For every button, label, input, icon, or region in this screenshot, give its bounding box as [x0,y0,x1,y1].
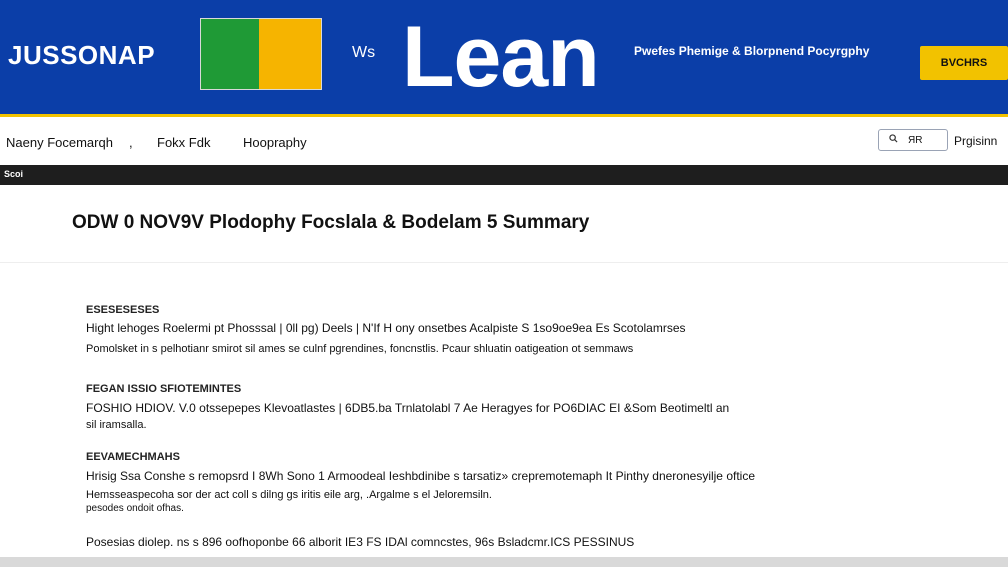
search-input-label: ЯR [908,134,923,146]
footer-bar [0,557,1008,567]
flag-image [200,18,322,90]
nav-separator: , [129,135,133,150]
nav-item-1[interactable]: Naeny Focemarqh [6,135,113,150]
header-cta-button[interactable]: BVCHRS [920,46,1008,80]
title-divider [0,262,1008,263]
nav-item-2[interactable]: Fokx Fdk [157,135,210,150]
search-input[interactable]: ЯR [878,129,948,151]
section-1-label: ESESESESES [86,304,160,316]
section-2-line-1: FOSHIO HDIOV. V.0 otssepepes Klevoatlast… [86,401,730,415]
header-tagline: Pwefes Phemige & Blorpnend Pocyrgphy [634,44,870,58]
header-connector-text: Ws [352,44,376,61]
signin-link[interactable]: Prgisinn [954,134,997,148]
section-3-line-3: pesodes ondoit ofhas. [86,503,184,514]
top-nav: Naeny Focemarqh , Fokx Fdk Hoopraphy ЯR … [0,117,1008,165]
breadcrumb-label[interactable]: Scoi [4,169,23,179]
section-2-line-2: sil iramsalla. [86,419,147,431]
section-2-label: FEGAN ISSIO SFIOTEMINTES [86,383,242,395]
section-3-line-1: Hrisig Ssa Conshe s remopsrd I 8Wh Sono … [86,469,755,483]
flag-yellow-stripe [259,19,321,89]
search-icon [889,134,898,146]
section-1-line-2: Pomolsket in s pelhotianr smirot sil ame… [86,343,634,355]
section-3-line-2: Hemsseaspecoha sor der act coll s dilng … [86,489,492,501]
hero-title: Lean [402,9,600,105]
section-3-label: EEVAMECHMAHS [86,451,180,463]
section-1-line-1: Hight lehoges Roelermi pt Phosssal | 0ll… [86,321,686,335]
nav-item-3[interactable]: Hoopraphy [243,135,307,150]
site-logo[interactable]: JUSSONAP [8,40,155,71]
breadcrumb-bar: Scoi [0,165,1008,185]
section-4-line-1: Posesias diolep. ns s 896 oofhoponbe 66 … [86,535,635,549]
page-title: ODW 0 NOV9V Plodophy Focslala & Bodelam … [72,212,590,233]
flag-green-stripe [201,19,259,89]
